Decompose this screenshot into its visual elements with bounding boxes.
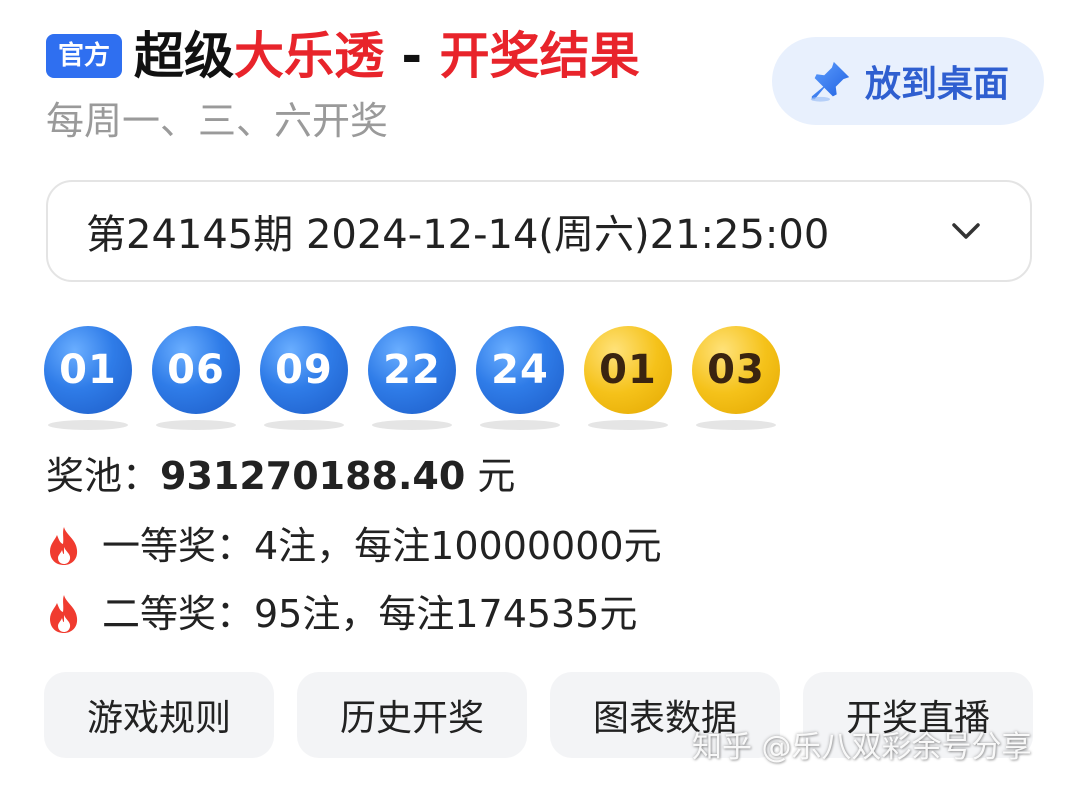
front-ball: 09	[260, 326, 348, 414]
prize-pool: 奖池：931270188.40 元	[46, 450, 515, 502]
pin-icon	[810, 61, 850, 102]
history-draws-button[interactable]: 历史开奖	[297, 672, 527, 758]
winning-numbers: 01 06 09 22 24 01 03	[44, 326, 804, 430]
ball-shadow	[156, 420, 236, 430]
lottery-result-page: 官方 超级大乐透 - 开奖结果 每周一、三、六开奖 放到桌面 第24145期 2…	[0, 0, 1077, 786]
title-separator: -	[384, 27, 440, 85]
chevron-down-icon	[952, 223, 980, 239]
back-ball: 01	[584, 326, 672, 414]
second-prize-text: 二等奖：95注，每注174535元	[102, 592, 638, 636]
title-part3: 开奖结果	[439, 27, 640, 85]
first-prize-text: 一等奖：4注，每注10000000元	[102, 524, 662, 568]
front-ball: 06	[152, 326, 240, 414]
header: 官方 超级大乐透 - 开奖结果	[46, 26, 746, 86]
second-prize-row: 二等奖：95注，每注174535元	[46, 588, 637, 640]
watermark: 知乎 @乐八双彩余号分享	[692, 730, 1032, 765]
flame-icon	[50, 527, 78, 565]
official-badge: 官方	[46, 34, 123, 78]
game-rules-button[interactable]: 游戏规则	[44, 672, 274, 758]
front-ball: 01	[44, 326, 132, 414]
flame-icon	[50, 595, 78, 633]
issue-selector[interactable]: 第24145期 2024-12-14(周六)21:25:00	[46, 180, 1032, 282]
ball-shadow	[48, 420, 128, 430]
ball-shadow	[264, 420, 344, 430]
first-prize-row: 一等奖：4注，每注10000000元	[46, 520, 662, 572]
title-part2: 大乐透	[234, 27, 385, 85]
add-to-desktop-button[interactable]: 放到桌面	[772, 37, 1044, 125]
back-ball: 03	[692, 326, 780, 414]
issue-label: 第24145期 2024-12-14(周六)21:25:00	[86, 212, 830, 258]
draw-schedule: 每周一、三、六开奖	[46, 99, 389, 143]
prize-pool-unit: 元	[465, 454, 516, 498]
page-title: 超级大乐透 - 开奖结果	[134, 26, 640, 86]
ball-shadow	[372, 420, 452, 430]
ball-shadow	[696, 420, 776, 430]
add-to-desktop-label: 放到桌面	[864, 64, 1009, 105]
ball-shadow	[480, 420, 560, 430]
prize-pool-value: 931270188.40	[160, 454, 466, 498]
title-part1: 超级	[134, 27, 235, 85]
prize-pool-label: 奖池：	[46, 454, 161, 498]
front-ball: 22	[368, 326, 456, 414]
front-ball: 24	[476, 326, 564, 414]
ball-shadow	[588, 420, 668, 430]
